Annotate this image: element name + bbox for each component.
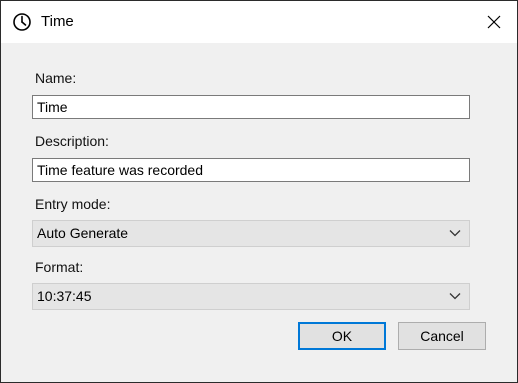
description-field[interactable]: Time feature was recorded (32, 158, 470, 182)
entry-mode-label: Entry mode: (35, 196, 111, 212)
close-button[interactable] (471, 1, 517, 43)
entry-mode-dropdown[interactable]: Auto Generate (32, 220, 470, 247)
format-label: Format: (35, 259, 84, 275)
name-field[interactable]: Time (32, 95, 470, 119)
clock-icon (12, 12, 32, 32)
ok-button[interactable]: OK (298, 322, 386, 350)
chevron-down-icon (449, 293, 461, 300)
chevron-down-icon (449, 230, 461, 237)
format-value: 10:37:45 (37, 288, 92, 304)
name-label: Name: (35, 70, 77, 86)
window-title: Time (41, 13, 74, 30)
cancel-button[interactable]: Cancel (398, 322, 486, 350)
title-bar: Time (1, 1, 517, 43)
format-dropdown[interactable]: 10:37:45 (32, 283, 470, 310)
time-dialog: Time Name: Time Description: Time featur… (0, 0, 518, 383)
entry-mode-value: Auto Generate (37, 225, 129, 241)
close-icon (487, 15, 501, 29)
description-label: Description: (35, 133, 109, 149)
